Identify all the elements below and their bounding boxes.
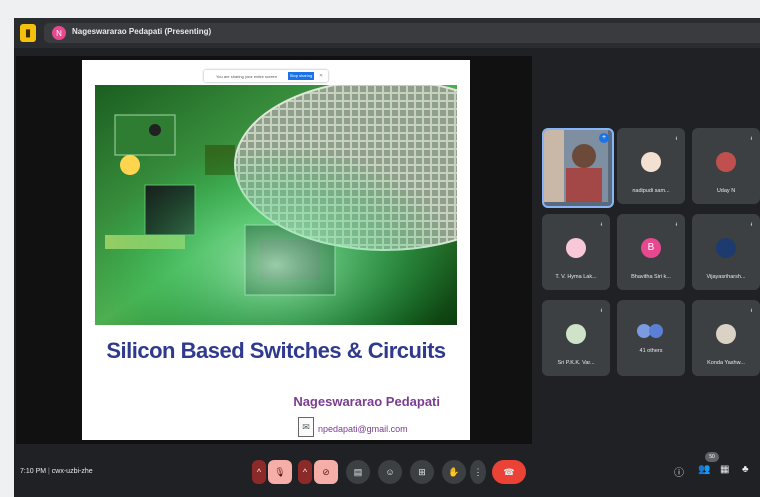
people-icon[interactable]: 👥 (698, 464, 710, 475)
mic-off-icon: ᵻ (750, 222, 752, 228)
presenter-banner[interactable]: N Nageswararao Pedapati (Presenting) (44, 23, 760, 43)
screen-share-notice: You are sharing your entire screen Stop … (204, 70, 328, 82)
mic-off-icon: ᵻ (675, 136, 677, 142)
meet-window: ▮ N Nageswararao Pedapati (Presenting) Y… (14, 18, 760, 497)
avatar (566, 324, 586, 344)
slide-title: Silicon Based Switches & Circuits (106, 338, 446, 363)
avatar (716, 324, 736, 344)
raise-hand-button[interactable]: ✋ (442, 460, 466, 484)
participant-name: Konda Yashw... (707, 360, 745, 366)
emoji-button[interactable]: ☺ (378, 460, 402, 484)
participant-tile[interactable]: ᵻ B Bhavitha Siri k... (617, 214, 685, 290)
participant-tile-others[interactable]: 41 others (617, 300, 685, 376)
share-notice-text: You are sharing your entire screen (216, 74, 277, 79)
activities-icon[interactable]: ♣ (742, 464, 749, 475)
presenter-label: Nageswararao Pedapati (Presenting) (72, 27, 212, 36)
captions-button[interactable]: ▤ (346, 460, 370, 484)
mic-off-icon: ᵻ (600, 308, 602, 314)
camera-options-button[interactable]: ^ (298, 460, 312, 484)
control-bar: 7:10 PM | cwx-uzbi-zhe ^ 🎙 ^ ⊘ ▤ ☺ ⊞ ✋ ⋮… (14, 450, 760, 497)
hide-notice-button[interactable]: ✕ (317, 72, 325, 80)
present-button[interactable]: ⊞ (410, 460, 434, 484)
presenter-avatar: N (52, 26, 66, 40)
avatar: B (641, 238, 661, 258)
avatar (716, 238, 736, 258)
avatar (649, 324, 663, 338)
participant-name: Uday N (716, 188, 736, 194)
mic-off-icon: ᵻ (600, 222, 602, 228)
slide-circuit-photo (95, 85, 457, 325)
participant-tile[interactable]: ᵻ Konda Yashw... (692, 300, 760, 376)
participant-name: Vijayasriharsh... (706, 274, 746, 280)
presentation-slide: You are sharing your entire screen Stop … (82, 60, 470, 440)
participant-tile[interactable]: ᵻ Vijayasriharsh... (692, 214, 760, 290)
participant-tile[interactable]: ᵻ Uday N (692, 128, 760, 204)
meeting-time-code: 7:10 PM | cwx-uzbi-zhe (20, 468, 93, 475)
participant-tile[interactable]: ᵻ T. V. Hyma Lak... (542, 214, 610, 290)
participant-name: 41 others (639, 348, 663, 354)
stop-sharing-button[interactable]: Stop sharing (288, 72, 314, 80)
mic-off-icon: ᵻ (675, 222, 677, 228)
camera-toggle-button[interactable]: ⊘ (314, 460, 338, 484)
slide-email: npedapati@gmail.com (318, 424, 408, 434)
mic-options-button[interactable]: ^ (252, 460, 266, 484)
presentation-stage: You are sharing your entire screen Stop … (16, 56, 532, 444)
avatar (641, 152, 661, 172)
mic-off-icon: ᵻ (750, 136, 752, 142)
participant-name: nadipudi sam... (632, 188, 670, 194)
avatar (716, 152, 736, 172)
participant-name: Bhavitha Siri k... (631, 274, 671, 280)
leave-call-button[interactable]: ☎ (492, 460, 526, 484)
participant-tile[interactable]: ᵻ nadipudi sam... (617, 128, 685, 204)
participant-name: Sri P.K.K. Var... (557, 360, 595, 366)
more-options-button[interactable]: ⋮ (470, 460, 486, 484)
meet-app-icon[interactable]: ▮ (20, 24, 36, 42)
info-icon[interactable]: ⓘ (674, 464, 684, 479)
people-count-badge: 50 (705, 452, 719, 462)
participant-tile-self[interactable]: + (542, 128, 614, 208)
meeting-code: cwx-uzbi-zhe (51, 468, 93, 475)
avatar (566, 238, 586, 258)
pin-icon[interactable]: + (599, 133, 609, 143)
participant-name: T. V. Hyma Lak... (555, 274, 597, 280)
top-bar: ▮ N Nageswararao Pedapati (Presenting) (14, 18, 760, 48)
mic-off-icon: ᵻ (750, 308, 752, 314)
participant-tile[interactable]: ᵻ Sri P.K.K. Var... (542, 300, 610, 376)
slide-author: Nageswararao Pedapati (293, 394, 440, 409)
chat-icon[interactable]: ▦ (720, 464, 729, 475)
self-video-feed (544, 130, 608, 202)
mic-toggle-button[interactable]: 🎙 (268, 460, 292, 484)
email-icon: ✉ (298, 417, 314, 437)
meeting-time: 7:10 PM (20, 468, 47, 475)
